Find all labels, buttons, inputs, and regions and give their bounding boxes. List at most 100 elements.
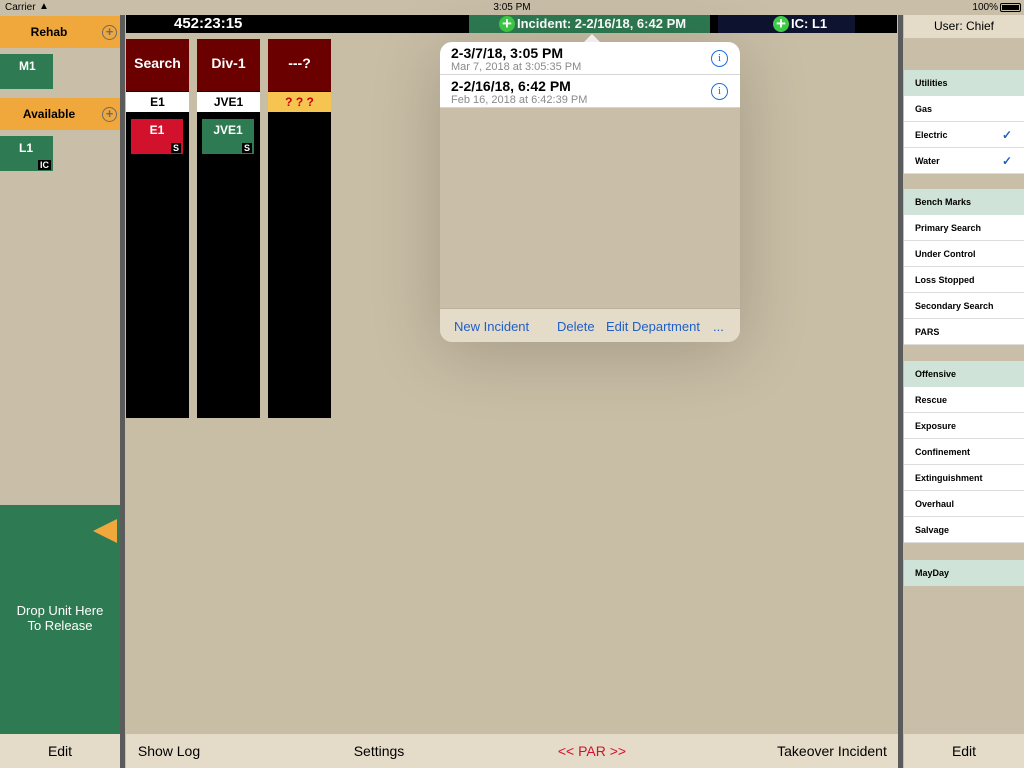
group-header-available[interactable]: Available +	[0, 98, 120, 130]
division-column-unassigned[interactable]: ---? ? ? ?	[268, 39, 331, 418]
left-edit-button[interactable]: Edit	[0, 734, 120, 768]
right-panel: User: Chief Utilities Gas Electric ✓ Wate…	[904, 15, 1024, 768]
incident-timer: 452:23:15	[174, 15, 243, 32]
unit-name: L1	[19, 141, 34, 155]
unit-name: M1	[19, 59, 36, 73]
incident-title: 2-3/7/18, 3:05 PM	[451, 45, 564, 61]
new-incident-button[interactable]: New Incident	[454, 319, 529, 334]
add-unit-icon[interactable]: +	[102, 107, 117, 122]
checklist-item[interactable]: Water ✓	[904, 148, 1024, 174]
checklist-item[interactable]: Confinement	[904, 439, 1024, 465]
division-column-search[interactable]: Search E1 E1 S	[126, 39, 189, 418]
checklist-item[interactable]: Exposure	[904, 413, 1024, 439]
incident-title: 2-2/16/18, 6:42 PM	[451, 78, 571, 94]
column-title[interactable]: Search	[126, 39, 189, 91]
popover-toolbar: New Incident Delete Edit Department ...	[440, 308, 740, 342]
unit-tile-m1[interactable]: M1	[0, 54, 53, 89]
checklist-item[interactable]: Rescue	[904, 387, 1024, 413]
checklist-item[interactable]: Extinguishment	[904, 465, 1024, 491]
item-label: PARS	[915, 327, 940, 337]
division-column-div1[interactable]: Div-1 JVE1 JVE1 S	[197, 39, 260, 418]
info-icon[interactable]: i	[711, 83, 728, 100]
column-title[interactable]: Div-1	[197, 39, 260, 91]
checklist-item[interactable]: Electric ✓	[904, 122, 1024, 148]
ic-label: IC: L1	[791, 16, 828, 31]
section-header-utilities: Utilities	[904, 70, 1024, 96]
delete-button[interactable]: Delete	[557, 319, 595, 334]
ic-selector[interactable]: + IC: L1	[718, 15, 855, 33]
settings-button[interactable]: Settings	[340, 734, 418, 768]
edit-department-button[interactable]: Edit Department	[606, 319, 700, 334]
incident-selector[interactable]: + Incident: 2-2/16/18, 6:42 PM	[469, 15, 710, 33]
popover-arrow	[584, 34, 600, 42]
release-drop-zone[interactable]: Drop Unit Here To Release	[0, 505, 120, 734]
section-header-bench-marks: Bench Marks	[904, 189, 1024, 215]
item-label: Gas	[915, 104, 933, 114]
battery-percent: 100%	[972, 2, 998, 13]
takeover-incident-button[interactable]: Takeover Incident	[774, 734, 890, 768]
status-time: 3:05 PM	[493, 2, 531, 13]
unit-tag: S	[170, 143, 181, 153]
unit-name: JVE1	[213, 123, 243, 137]
left-panel: Rehab + M1 Available + L1 IC Drop Unit H…	[0, 15, 120, 768]
unit-tag: IC	[38, 160, 51, 170]
item-label: Electric	[915, 130, 948, 140]
checklist-item[interactable]: Primary Search	[904, 215, 1024, 241]
checklist-item[interactable]: Salvage	[904, 517, 1024, 543]
item-label: Loss Stopped	[915, 275, 975, 285]
item-label: Salvage	[915, 525, 950, 535]
checklist-item[interactable]: Gas	[904, 96, 1024, 122]
right-edit-button[interactable]: Edit	[904, 734, 1024, 768]
section-header-offensive: Offensive	[904, 361, 1024, 387]
drop-zone-line1: Drop Unit Here	[16, 603, 104, 618]
checkmark-icon: ✓	[1001, 128, 1012, 142]
drop-zone-line2: To Release	[27, 618, 93, 633]
right-divider	[898, 15, 903, 768]
incident-timestamp: Feb 16, 2018 at 6:42:39 PM	[451, 94, 588, 106]
incident-label: Incident: 2-2/16/18, 6:42 PM	[517, 16, 687, 31]
info-icon[interactable]: i	[711, 50, 728, 67]
column-title[interactable]: ---?	[268, 39, 331, 91]
unit-tag: S	[241, 143, 252, 153]
group-header-rehab[interactable]: Rehab +	[0, 16, 120, 48]
show-log-button[interactable]: Show Log	[126, 734, 212, 768]
incident-row[interactable]: 2-2/16/18, 6:42 PM Feb 16, 2018 at 6:42:…	[440, 75, 740, 108]
par-button[interactable]: << PAR >>	[548, 734, 636, 768]
item-label: Rescue	[915, 395, 948, 405]
incident-row[interactable]: 2-3/7/18, 3:05 PM Mar 7, 2018 at 3:05:35…	[440, 42, 740, 75]
checklist-item[interactable]: PARS	[904, 319, 1024, 345]
column-supervisor[interactable]: ? ? ?	[268, 92, 331, 112]
unit-tile-e1[interactable]: E1 S	[131, 119, 183, 154]
incident-timestamp: Mar 7, 2018 at 3:05:35 PM	[451, 61, 582, 73]
item-label: Overhaul	[915, 499, 955, 509]
checklist-item[interactable]: Under Control	[904, 241, 1024, 267]
item-label: Confinement	[915, 447, 970, 457]
plus-icon: +	[773, 15, 789, 32]
item-label: Extinguishment	[915, 473, 983, 483]
item-label: Exposure	[915, 421, 957, 431]
battery-icon	[1000, 3, 1021, 12]
add-unit-icon[interactable]: +	[102, 25, 117, 40]
column-supervisor[interactable]: JVE1	[197, 92, 260, 112]
unit-tile-l1[interactable]: L1 IC	[0, 136, 53, 171]
group-label: Rehab	[30, 25, 68, 39]
column-supervisor[interactable]: E1	[126, 92, 189, 112]
incident-popover: 2-3/7/18, 3:05 PM Mar 7, 2018 at 3:05:35…	[440, 42, 740, 342]
checkmark-icon: ✓	[1001, 154, 1012, 168]
arrow-left-icon	[93, 519, 117, 543]
drop-zone-text: Drop Unit Here To Release	[0, 603, 120, 633]
unit-tile-jve1[interactable]: JVE1 S	[202, 119, 254, 154]
user-label[interactable]: User: Chief	[904, 15, 1024, 38]
more-button[interactable]: ...	[713, 319, 724, 334]
plus-icon: +	[499, 15, 515, 32]
checklist-item[interactable]: Loss Stopped	[904, 267, 1024, 293]
left-divider	[120, 15, 125, 768]
section-header-mayday[interactable]: MayDay	[904, 560, 1024, 586]
item-label: Under Control	[915, 249, 976, 259]
item-label: Water	[915, 156, 940, 166]
item-label: Secondary Search	[915, 301, 994, 311]
checklist-item[interactable]: Secondary Search	[904, 293, 1024, 319]
checklist-item[interactable]: Overhaul	[904, 491, 1024, 517]
item-label: Primary Search	[915, 223, 982, 233]
status-bar: Carrier ▲ 3:05 PM 100%	[0, 0, 1024, 15]
